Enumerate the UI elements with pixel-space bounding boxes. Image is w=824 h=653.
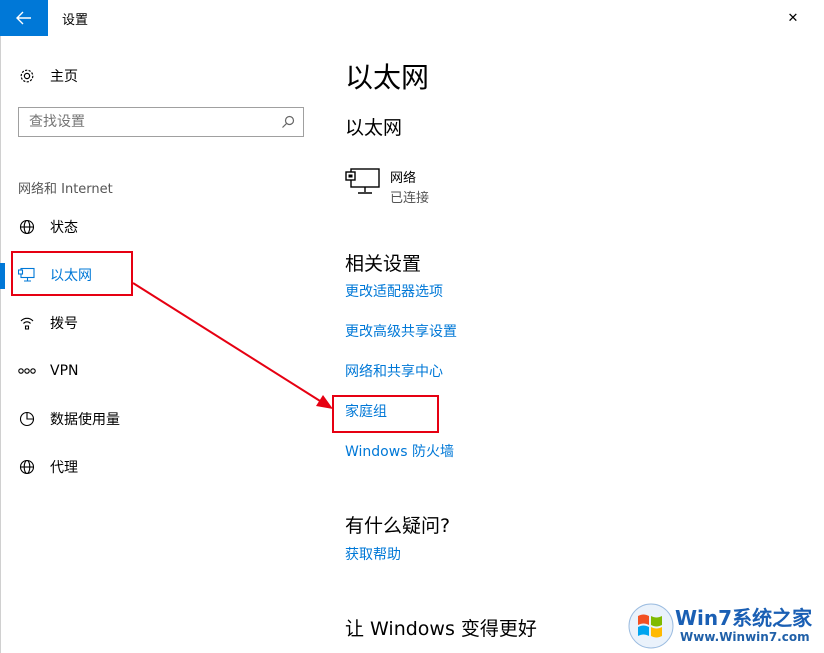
watermark-brand: Win7系统之家 — [675, 606, 813, 630]
watermark: Win7系统之家 Www.Winwin7.com — [625, 600, 824, 653]
watermark-url: Www.Winwin7.com — [680, 630, 810, 644]
windows-logo-icon — [628, 603, 674, 649]
annotation-arrow — [132, 282, 333, 409]
